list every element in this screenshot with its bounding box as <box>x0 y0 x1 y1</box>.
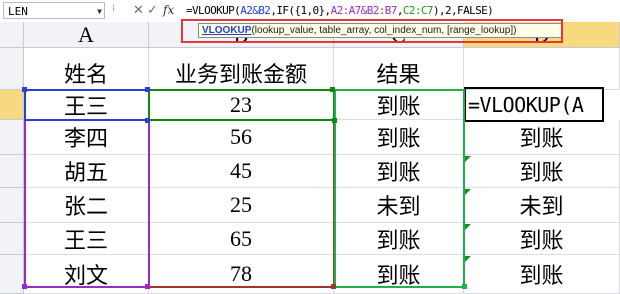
formula-ref-a2a7-b2b7: A2:A7&B2:B7 <box>330 4 398 17</box>
cell-b6[interactable]: 65 <box>149 223 334 255</box>
cell-c5[interactable]: 未到 <box>334 188 464 223</box>
cell-c2[interactable]: 到账 <box>334 90 464 120</box>
cell-a2[interactable]: 王三 <box>24 90 149 120</box>
cell-d5[interactable]: 未到 <box>464 188 620 223</box>
error-indicator-icon[interactable] <box>465 189 471 195</box>
error-indicator-icon[interactable] <box>465 156 471 162</box>
name-box-value: LEN <box>8 5 28 18</box>
ref-handle[interactable] <box>331 284 336 289</box>
cell-c6[interactable]: 到账 <box>334 223 464 255</box>
row-header-2[interactable] <box>0 90 24 120</box>
ref-handle[interactable] <box>330 87 335 92</box>
formula-part: =VLOOKUP( <box>186 4 241 17</box>
tooltip-highlight-outline <box>181 19 563 43</box>
cancel-icon[interactable]: ✕ <box>133 2 144 19</box>
row-header-6[interactable] <box>0 223 24 255</box>
ref-handle[interactable] <box>462 284 467 289</box>
select-all-corner[interactable] <box>0 22 24 48</box>
name-box[interactable]: LEN ▼ <box>3 2 105 19</box>
formula-input[interactable]: =VLOOKUP(A2&B2,IF({1,0},A2:A7&B2:B7,C2:C… <box>186 2 494 19</box>
row-header-1[interactable] <box>0 48 24 90</box>
cell-c7[interactable]: 到账 <box>334 255 464 294</box>
ref-handle[interactable] <box>332 118 337 123</box>
cell-a3[interactable]: 李四 <box>24 120 149 155</box>
formula-ref-c2c7: C2:C7 <box>402 4 434 17</box>
row-header-3[interactable] <box>0 120 24 155</box>
cell-d4[interactable]: 到账 <box>464 155 620 188</box>
cell-c1[interactable]: 结果 <box>334 48 464 90</box>
cell-b4[interactable]: 45 <box>149 155 334 188</box>
cell-d1[interactable] <box>464 48 620 90</box>
cell-d7[interactable]: 到账 <box>464 255 620 294</box>
error-indicator-icon[interactable] <box>465 224 471 230</box>
ref-handle[interactable] <box>145 118 150 123</box>
cell-c3[interactable]: 到账 <box>334 120 464 155</box>
row-header-5[interactable] <box>0 188 24 223</box>
insert-function-icon[interactable]: fx <box>163 2 174 19</box>
ref-handle[interactable] <box>22 87 27 92</box>
cell-a7[interactable]: 刘文 <box>24 255 149 294</box>
column-header-a[interactable]: A <box>24 22 149 48</box>
cell-d2-editing[interactable]: =VLOOKUP(A <box>464 87 604 122</box>
formula-ref-a2b2: A2&B2 <box>240 4 271 17</box>
ref-handle[interactable] <box>22 284 27 289</box>
error-indicator-icon[interactable] <box>465 256 471 262</box>
cell-a6[interactable]: 王三 <box>24 223 149 255</box>
name-box-dropdown-icon[interactable]: ▼ <box>97 3 102 20</box>
ref-handle[interactable] <box>145 87 150 92</box>
cell-a5[interactable]: 张二 <box>24 188 149 223</box>
cell-b5[interactable]: 25 <box>149 188 334 223</box>
cell-b7[interactable]: 78 <box>149 255 334 294</box>
cell-c4[interactable]: 到账 <box>334 155 464 188</box>
cell-d6[interactable]: 到账 <box>464 223 620 255</box>
cell-b3[interactable]: 56 <box>149 120 334 155</box>
cell-a1[interactable]: 姓名 <box>24 48 149 90</box>
row-header-4[interactable] <box>0 155 24 188</box>
cell-d3[interactable]: 到账 <box>464 120 620 155</box>
formula-bar-grip-icon: ⁞ <box>112 3 116 14</box>
enter-icon[interactable]: ✓ <box>147 2 158 19</box>
row-header-7[interactable] <box>0 255 24 294</box>
ref-handle[interactable] <box>145 284 150 289</box>
formula-part: ,IF({1,0}, <box>270 4 331 17</box>
cell-b2[interactable]: 23 <box>149 90 334 120</box>
cell-b1[interactable]: 业务到账金额 <box>149 48 334 90</box>
cell-a4[interactable]: 胡五 <box>24 155 149 188</box>
formula-part: ),2,FALSE) <box>432 4 494 17</box>
